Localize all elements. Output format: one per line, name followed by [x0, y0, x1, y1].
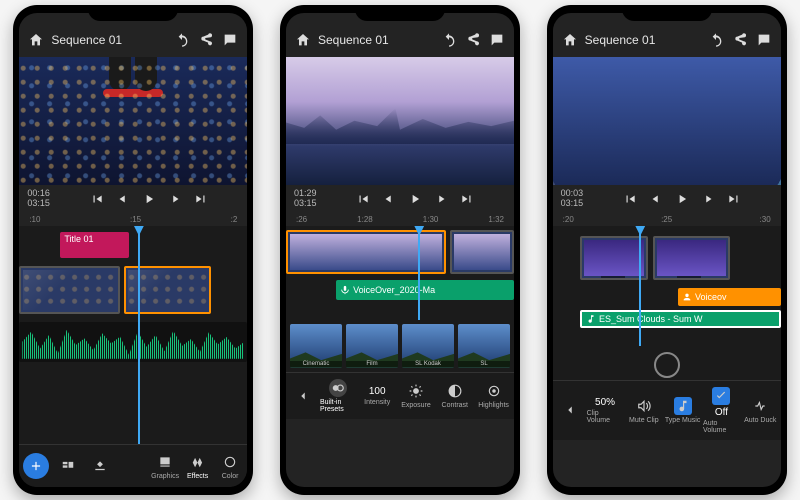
exposure-control[interactable]: Exposure: [398, 377, 435, 415]
sequence-title: Sequence 01: [318, 33, 434, 47]
frame-fwd-icon[interactable]: [699, 190, 717, 208]
play-icon[interactable]: [673, 190, 691, 208]
title-clip[interactable]: Title 01: [60, 232, 128, 258]
frame-fwd-icon[interactable]: [166, 190, 184, 208]
video-clip-1[interactable]: [19, 266, 119, 314]
timecode-total: 03:15: [561, 199, 584, 209]
home-icon[interactable]: [561, 31, 579, 49]
undo-icon[interactable]: [707, 31, 725, 49]
share-icon[interactable]: [464, 31, 482, 49]
voiceover-clip[interactable]: Voiceov: [678, 288, 781, 306]
skip-start-icon[interactable]: [354, 190, 372, 208]
app-topbar: Sequence 01: [553, 23, 781, 57]
graphics-tab[interactable]: Graphics: [150, 449, 181, 483]
music-clip[interactable]: ES_Sum Clouds - Sum W: [580, 310, 781, 328]
comment-icon[interactable]: [755, 31, 773, 49]
share-icon[interactable]: [731, 31, 749, 49]
home-icon[interactable]: [294, 31, 312, 49]
audio-controls: 50%Clip Volume Mute Clip Type Music OffA…: [553, 380, 781, 440]
phone-mockup-1: Sequence 01 00:16 03:15 :10 :15 :2: [13, 5, 253, 495]
play-icon[interactable]: [140, 190, 158, 208]
highlights-control[interactable]: Highlights: [475, 377, 512, 415]
undo-icon[interactable]: [440, 31, 458, 49]
play-icon[interactable]: [406, 190, 424, 208]
timecode-total: 03:15: [27, 199, 50, 209]
preset-sl[interactable]: SL: [458, 324, 510, 368]
edit-tool-icon[interactable]: [85, 449, 115, 483]
frame-back-icon[interactable]: [647, 190, 665, 208]
timeline[interactable]: Title 01: [19, 226, 247, 444]
preview-viewport[interactable]: [19, 57, 247, 185]
add-button[interactable]: [21, 449, 51, 483]
preview-viewport[interactable]: [553, 57, 781, 185]
frame-fwd-icon[interactable]: [432, 190, 450, 208]
color-controls: Built-in Presets 100Intensity Exposure C…: [286, 372, 514, 419]
auto-duck-button[interactable]: Auto Duck: [742, 385, 779, 436]
transport-bar: 00:16 03:15: [19, 185, 247, 213]
skip-start-icon[interactable]: [88, 190, 106, 208]
color-tab[interactable]: Color: [215, 449, 246, 483]
preset-thumbnails: Cinematic Film SL Kodak SL: [286, 320, 514, 372]
type-music-button[interactable]: Type Music: [664, 385, 701, 436]
app-topbar: Sequence 01: [19, 23, 247, 57]
bottom-toolbar: Graphics Effects Color: [19, 444, 247, 487]
time-ruler[interactable]: :20 :25 :30: [553, 213, 781, 226]
preset-sl-kodak[interactable]: SL Kodak: [402, 324, 454, 368]
preview-viewport[interactable]: [286, 57, 514, 185]
skip-start-icon[interactable]: [621, 190, 639, 208]
back-icon[interactable]: [288, 377, 318, 415]
time-ruler[interactable]: :26 1:28 1:30 1:32: [286, 213, 514, 226]
effects-tab[interactable]: Effects: [182, 449, 213, 483]
app-topbar: Sequence 01: [286, 23, 514, 57]
home-icon[interactable]: [27, 31, 45, 49]
mute-clip-button[interactable]: Mute Clip: [625, 385, 662, 436]
contrast-control[interactable]: Contrast: [436, 377, 473, 415]
clip-volume-control[interactable]: 50%Clip Volume: [587, 385, 624, 436]
video-clip-1[interactable]: [286, 230, 446, 274]
builtin-presets-button[interactable]: Built-in Presets: [320, 377, 357, 415]
sequence-title: Sequence 01: [51, 33, 167, 47]
sequence-title: Sequence 01: [585, 33, 701, 47]
phone-mockup-3: Sequence 01 00:03 03:15 :20 :25 :30: [547, 5, 787, 495]
comment-icon[interactable]: [221, 31, 239, 49]
back-icon[interactable]: [555, 385, 585, 436]
frame-back-icon[interactable]: [380, 190, 398, 208]
comment-icon[interactable]: [488, 31, 506, 49]
skip-end-icon[interactable]: [458, 190, 476, 208]
voiceover-clip[interactable]: VoiceOver_2020-Ma: [336, 280, 514, 300]
timecode-total: 03:15: [294, 199, 317, 209]
video-clip-1[interactable]: [580, 236, 648, 280]
auto-volume-checkbox[interactable]: OffAuto Volume: [703, 385, 740, 436]
timeline[interactable]: VoiceOver_2020-Ma: [286, 226, 514, 320]
scrub-wheel[interactable]: [553, 346, 781, 380]
intensity-control[interactable]: 100Intensity: [359, 377, 396, 415]
time-ruler[interactable]: :10 :15 :2: [19, 213, 247, 226]
skip-end-icon[interactable]: [192, 190, 210, 208]
timeline[interactable]: Voiceov ES_Sum Clouds - Sum W: [553, 226, 781, 346]
video-clip-2[interactable]: [653, 236, 731, 280]
preset-cinematic[interactable]: Cinematic: [290, 324, 342, 368]
frame-back-icon[interactable]: [114, 190, 132, 208]
share-icon[interactable]: [197, 31, 215, 49]
transport-bar: 01:29 03:15: [286, 185, 514, 213]
skip-end-icon[interactable]: [725, 190, 743, 208]
preset-film[interactable]: Film: [346, 324, 398, 368]
undo-icon[interactable]: [173, 31, 191, 49]
phone-mockup-2: Sequence 01 01:29 03:15 :26 1:28 1:30 1:…: [280, 5, 520, 495]
project-panel-icon[interactable]: [53, 449, 83, 483]
transport-bar: 00:03 03:15: [553, 185, 781, 213]
video-clip-2[interactable]: [450, 230, 514, 274]
audio-waveform-clip[interactable]: [19, 322, 247, 362]
